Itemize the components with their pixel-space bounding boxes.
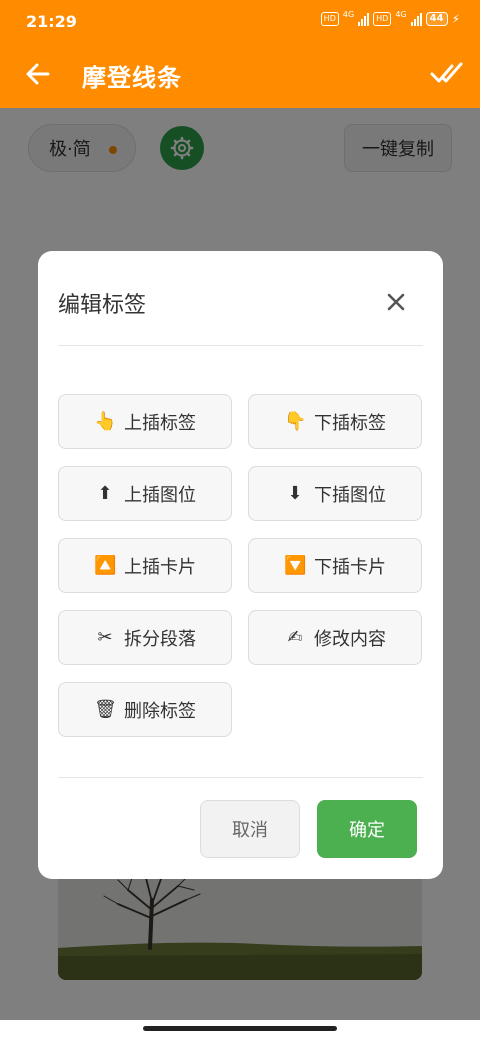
hd-icon: HD [373,12,392,26]
status-bar: 21:29 HD 4G HD 4G 44 ⚡ [0,0,480,44]
app-bar: 21:29 HD 4G HD 4G 44 ⚡ 摩登线条 [0,0,480,108]
action-label: 下插卡片 [314,556,386,578]
writing-hand-icon: ✍ [287,627,303,648]
insert-tag-below-button[interactable]: 👇 下插标签 [248,394,422,449]
arrow-left-icon[interactable] [22,58,54,90]
close-icon[interactable] [385,291,407,313]
insert-card-above-button[interactable]: 🔼 上插卡片 [58,538,232,593]
divider [58,345,423,346]
action-label: 上插卡片 [124,556,196,578]
network-type: 4G [342,10,355,19]
action-label: 上插标签 [124,412,196,434]
page-title: 摩登线条 [82,64,182,92]
battery-icon: 44 [425,12,448,26]
action-label: 删除标签 [124,700,196,722]
hd-icon: HD [320,12,339,26]
arrow-down-icon: ⬇ [287,483,303,504]
insert-image-below-button[interactable]: ⬇ 下插图位 [248,466,422,521]
double-check-icon[interactable] [430,58,464,88]
scissors-icon: ✂ [97,627,113,648]
confirm-button[interactable]: 确定 [317,800,417,858]
cancel-button[interactable]: 取消 [200,800,300,858]
delete-tag-button[interactable]: 🗑 删除标签 [58,682,232,737]
signal-icon [358,12,370,26]
charging-icon: ⚡ [451,12,460,26]
status-icons: HD 4G HD 4G 44 ⚡ [320,10,460,26]
divider [58,777,423,778]
signal-icon [410,12,422,26]
split-paragraph-button[interactable]: ✂ 拆分段落 [58,610,232,665]
arrow-up-icon: ⬆ [97,483,113,504]
action-label: 下插图位 [314,484,386,506]
action-label: 下插标签 [314,412,386,434]
action-label: 拆分段落 [124,628,196,650]
pointing-up-icon: 👆 [94,411,117,432]
dialog-title: 编辑标签 [58,293,147,318]
insert-card-below-button[interactable]: 🔽 下插卡片 [248,538,422,593]
edit-tag-dialog: 编辑标签 👆 上插标签 👇 下插标签 ⬆ 上插图位 ⬇ 下插图位 🔼 上插卡片 … [38,251,443,879]
insert-image-above-button[interactable]: ⬆ 上插图位 [58,466,232,521]
insert-tag-above-button[interactable]: 👆 上插标签 [58,394,232,449]
action-label: 修改内容 [314,628,386,650]
pointing-down-icon: 👇 [284,411,307,432]
home-indicator[interactable] [143,1026,337,1031]
edit-content-button[interactable]: ✍ 修改内容 [248,610,422,665]
trash-icon: 🗑 [94,699,117,720]
up-triangle-icon: 🔼 [94,555,117,576]
action-label: 上插图位 [124,484,196,506]
down-triangle-icon: 🔽 [284,555,307,576]
status-time: 21:29 [26,12,77,31]
network-type: 4G [395,10,407,19]
